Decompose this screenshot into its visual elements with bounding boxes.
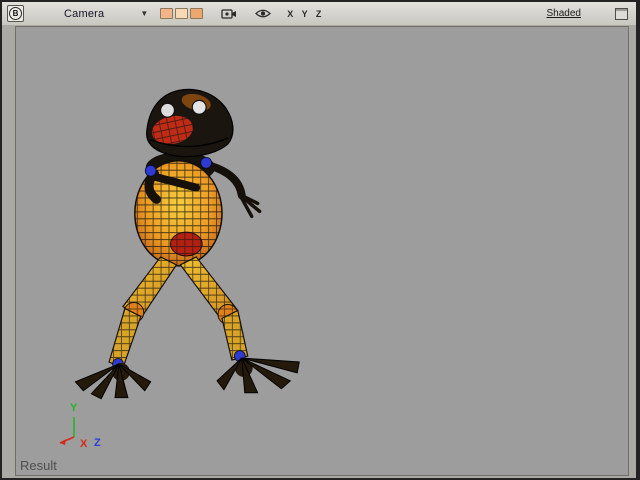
xyz-axis-toggle[interactable]: X Y Z (287, 9, 324, 19)
memo-cam-swatches (160, 8, 204, 19)
b-view-button[interactable]: B (7, 5, 24, 22)
camera-view-dropdown[interactable]: Camera ▼ (64, 8, 148, 20)
axis-label-z: Z (94, 437, 101, 449)
app-window: B Camera ▼ X Y Z Shaded Y X Z Result (2, 2, 636, 478)
viewport-frame: Y X Z Result (2, 25, 636, 478)
frog-left-leg (74, 256, 178, 400)
camera-view-label: Camera (64, 7, 105, 20)
memo-cam-swatch-2[interactable] (175, 8, 189, 19)
axis-label-x: X (80, 438, 88, 450)
chevron-down-icon: ▼ (140, 9, 149, 18)
viewport-toolbar: B Camera ▼ X Y Z Shaded (2, 2, 636, 26)
frog-head (146, 88, 234, 158)
axis-triad: Y X Z (59, 402, 101, 450)
axis-label-y: Y (70, 402, 78, 414)
render-camera-icon[interactable] (221, 8, 237, 20)
frog-shoulder-marker-right (200, 156, 212, 169)
maximize-view-icon[interactable] (615, 7, 628, 20)
memo-cam-swatch-1[interactable] (160, 8, 174, 19)
shading-mode-menu[interactable]: Shaded (547, 8, 581, 19)
memo-cam-swatch-3[interactable] (190, 8, 204, 19)
camera-viewport[interactable]: Y X Z Result (15, 26, 629, 476)
b-view-button-label: B (9, 7, 22, 20)
frog-shoulder-marker-left (144, 164, 157, 177)
frog-right-leg (179, 256, 300, 394)
visibility-eye-icon[interactable] (255, 8, 272, 19)
result-label: Result (20, 458, 57, 473)
